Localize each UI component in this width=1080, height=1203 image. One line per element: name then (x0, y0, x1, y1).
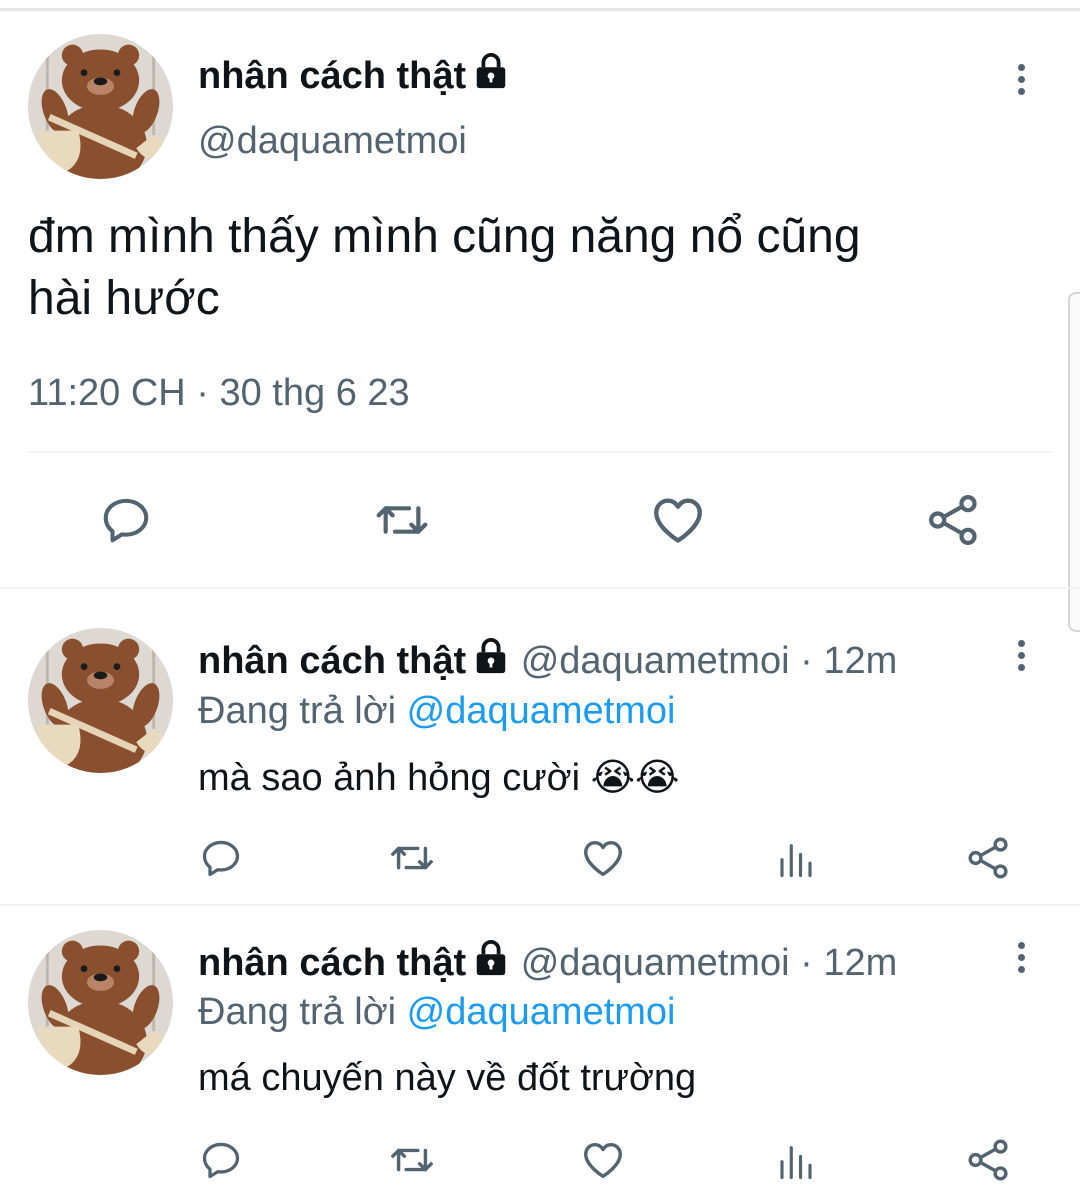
divider (28, 451, 1052, 453)
stats-icon (775, 1139, 817, 1181)
scrollbar[interactable] (1068, 292, 1080, 632)
share-icon (966, 835, 1012, 881)
like-icon (580, 835, 626, 881)
reply-time: · 12m (800, 942, 898, 984)
like-button[interactable] (648, 490, 708, 550)
stats-icon (775, 837, 817, 879)
reply-button[interactable] (196, 833, 246, 883)
bear-avatar-image (28, 930, 173, 1075)
reply-button[interactable] (196, 1135, 246, 1185)
like-button[interactable] (578, 1135, 628, 1185)
display-name[interactable]: nhân cách thật (198, 942, 466, 984)
display-name-text: nhân cách thật (198, 55, 467, 97)
replying-to-label: Đang trả lời (198, 991, 397, 1033)
divider (0, 587, 1080, 589)
retweet-button[interactable] (372, 490, 432, 550)
lock-icon (472, 638, 510, 676)
reply-button[interactable] (96, 490, 156, 550)
tweet-text-line: hài hước (28, 272, 220, 325)
top-divider (0, 8, 1080, 11)
lock-icon (472, 940, 510, 978)
bear-avatar-image (28, 34, 173, 179)
retweet-icon (389, 835, 435, 881)
share-button[interactable] (924, 490, 984, 550)
replying-to-label: Đang trả lời (198, 690, 397, 732)
reply-icon (199, 836, 243, 880)
replying-to-link[interactable]: @daquametmoi (407, 690, 676, 732)
reply-icon (99, 493, 153, 547)
view-stats-button[interactable] (771, 1135, 821, 1185)
reply-header: nhân cách thật @daquametmoi · 12m (198, 638, 897, 683)
tweet-timestamp[interactable]: 11:20 CH · 30 thg 6 23 (28, 372, 410, 415)
replying-to: Đang trả lời @daquametmoi (198, 690, 676, 733)
like-button[interactable] (578, 833, 628, 883)
avatar[interactable] (28, 628, 173, 773)
retweet-icon (389, 1137, 435, 1183)
divider (0, 904, 1080, 906)
like-icon (580, 1137, 626, 1183)
retweet-button[interactable] (387, 833, 437, 883)
reply-icon (199, 1138, 243, 1182)
avatar[interactable] (28, 34, 173, 179)
reply-text: má chuyến này về đốt trường (198, 1057, 697, 1099)
replying-to-link[interactable]: @daquametmoi (407, 991, 676, 1033)
view-stats-button[interactable] (771, 833, 821, 883)
more-options-icon[interactable] (1015, 64, 1027, 95)
share-icon (966, 1137, 1012, 1183)
like-icon (649, 491, 707, 549)
reply-text-content: mà sao ảnh hỏng cười (198, 757, 581, 799)
reply-header: nhân cách thật @daquametmoi · 12m (198, 940, 897, 985)
share-icon (926, 492, 982, 548)
user-handle[interactable]: @daquametmoi (521, 640, 790, 682)
tweet-text-line: đm mình thấy mình cũng năng nổ cũng (28, 210, 861, 263)
more-options-icon[interactable] (1015, 640, 1027, 671)
lock-icon (472, 53, 510, 91)
bear-avatar-image (28, 628, 173, 773)
user-handle[interactable]: @daquametmoi (198, 120, 467, 163)
more-options-icon[interactable] (1015, 942, 1027, 973)
crying-emoji: 😭😭 (590, 757, 680, 799)
user-handle[interactable]: @daquametmoi (521, 942, 790, 984)
reply-text: mà sao ảnh hỏng cười 😭😭 (198, 755, 679, 800)
avatar[interactable] (28, 930, 173, 1075)
reply-time: · 12m (800, 640, 898, 682)
retweet-icon (374, 492, 430, 548)
share-button[interactable] (964, 1135, 1014, 1185)
retweet-button[interactable] (387, 1135, 437, 1185)
display-name[interactable]: nhân cách thật (198, 640, 466, 682)
share-button[interactable] (964, 833, 1014, 883)
replying-to: Đang trả lời @daquametmoi (198, 991, 676, 1034)
display-name[interactable]: nhân cách thật (198, 53, 510, 98)
tweet-text: đm mình thấy mình cũng năng nổ cũng hài … (28, 206, 861, 330)
